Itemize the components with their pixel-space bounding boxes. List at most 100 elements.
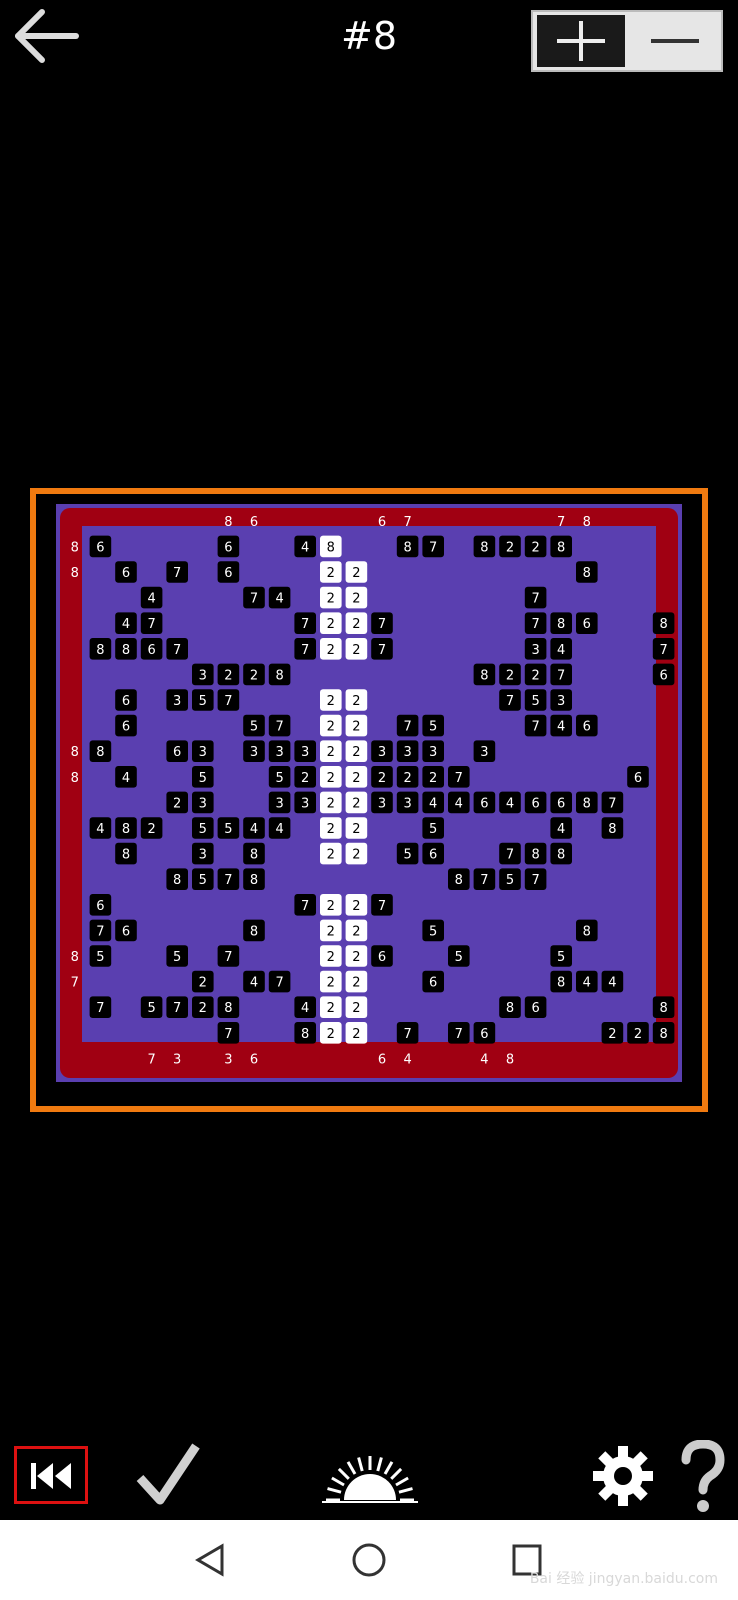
cell-number: 8: [250, 873, 258, 888]
cell-number: 7: [557, 668, 565, 683]
cell-number: 7: [275, 720, 283, 735]
cell-number: 2: [352, 976, 360, 991]
sun-ray: [383, 1461, 394, 1475]
system-nav-bar: Bai 经验 jingyan.baidu.com: [0, 1520, 738, 1600]
cell-number: 6: [122, 566, 130, 581]
cell-number: 2: [250, 668, 258, 683]
cell-number: 2: [352, 617, 360, 632]
cell-number: 3: [403, 796, 411, 811]
cell-number: 2: [352, 1001, 360, 1016]
cell-number: 6: [378, 515, 386, 530]
hint-button[interactable]: [322, 1440, 418, 1520]
cell-number: 8: [506, 1052, 514, 1067]
cell-number: 6: [429, 848, 437, 863]
cell-number: 8: [327, 540, 335, 555]
cell-number: 6: [122, 924, 130, 939]
cell-number: 7: [147, 1052, 155, 1067]
puzzle-board[interactable]: 8 6 6 7 7 8 8 6 6 4 8 8 7 8 2 2 8 8 6 7 6 2 2 8 4 7 4 2 2 7 4 7 7 2 2 7 7 8 6 8…: [30, 488, 708, 1112]
cell-number: 5: [199, 771, 207, 786]
cell-number: 6: [480, 796, 488, 811]
cell-number: 4: [429, 796, 437, 811]
cell-number: 2: [352, 745, 360, 760]
cell-number: 2: [506, 540, 514, 555]
cell-number: 3: [275, 745, 283, 760]
cell-number: 2: [352, 694, 360, 709]
cell-number: 5: [250, 720, 258, 735]
cell-number: 5: [429, 822, 437, 837]
cell-number: 4: [147, 592, 155, 607]
nav-back-button[interactable]: [186, 1538, 236, 1582]
cell-number: 6: [583, 720, 591, 735]
cell-number: 8: [480, 540, 488, 555]
cell-number: 8: [506, 1001, 514, 1016]
cell-number: 7: [173, 566, 181, 581]
cell-number: 3: [199, 745, 207, 760]
zoom-in-button[interactable]: [537, 15, 625, 67]
cell-number: 2: [352, 822, 360, 837]
nav-home-button[interactable]: [344, 1538, 394, 1582]
cell-number: 7: [608, 796, 616, 811]
cell-number: 4: [275, 592, 283, 607]
cell-number: 3: [429, 745, 437, 760]
cell-number: 6: [659, 668, 667, 683]
minus-icon: [651, 39, 699, 43]
help-button[interactable]: [678, 1439, 728, 1520]
cell-number: 5: [199, 873, 207, 888]
cell-number: 5: [455, 950, 463, 965]
cell-number: 2: [531, 668, 539, 683]
cell-number: 8: [659, 1027, 667, 1042]
cell-number: 2: [147, 822, 155, 837]
zoom-out-button[interactable]: [629, 15, 719, 67]
sun-ray: [337, 1467, 350, 1480]
cell-number: 8: [557, 976, 565, 991]
sun-ray: [331, 1476, 345, 1487]
cell-number: 2: [327, 745, 335, 760]
cell-number: 5: [147, 1001, 155, 1016]
cell-number: 6: [96, 540, 104, 555]
cell-number: 3: [378, 796, 386, 811]
cell-number: 3: [301, 745, 309, 760]
board-svg[interactable]: 8 6 6 7 7 8 8 6 6 4 8 8 7 8 2 2 8 8 6 7 6 2 2 8 4 7 4 2 2 7 4 7 7 2 2 7 7 8 6 8…: [30, 488, 708, 1112]
cell-number: 7: [455, 1027, 463, 1042]
cell-number: 3: [173, 1052, 181, 1067]
cell-number: 2: [506, 668, 514, 683]
cell-number: 2: [327, 592, 335, 607]
cell-number: 2: [327, 1027, 335, 1042]
cell-number: 4: [122, 771, 130, 786]
cell-number: 2: [352, 592, 360, 607]
cell-number: 7: [429, 540, 437, 555]
cell-number: 5: [96, 950, 104, 965]
cell-number: 8: [583, 515, 591, 530]
cell-number: 8: [96, 643, 104, 658]
cell-number: 5: [506, 873, 514, 888]
cell-number: 2: [327, 796, 335, 811]
cell-number: 8: [250, 924, 258, 939]
cell-number: 8: [71, 950, 79, 965]
cell-number: 8: [224, 1001, 232, 1016]
cell-number: 2: [429, 771, 437, 786]
cell-number: 2: [352, 1027, 360, 1042]
cell-number: 8: [96, 745, 104, 760]
cell-number: 2: [352, 643, 360, 658]
cell-number: 6: [429, 976, 437, 991]
cell-number: 7: [531, 592, 539, 607]
cell-number: 7: [531, 873, 539, 888]
cell-number: 2: [199, 1001, 207, 1016]
cell-number: 7: [147, 617, 155, 632]
cell-number: 2: [327, 976, 335, 991]
cell-number: 7: [301, 899, 309, 914]
settings-button[interactable]: [590, 1440, 656, 1520]
check-button[interactable]: [134, 1440, 202, 1520]
cell-number: 2: [352, 950, 360, 965]
cell-number: 8: [557, 540, 565, 555]
cell-number: 8: [71, 745, 79, 760]
cell-number: 8: [275, 668, 283, 683]
cell-number: 6: [378, 1052, 386, 1067]
cell-number: 8: [480, 668, 488, 683]
cell-number: 7: [659, 643, 667, 658]
restart-button[interactable]: [14, 1446, 88, 1504]
cell-number: 2: [327, 694, 335, 709]
cell-number: 7: [531, 617, 539, 632]
cell-number: 8: [659, 1001, 667, 1016]
cell-number: 5: [403, 848, 411, 863]
